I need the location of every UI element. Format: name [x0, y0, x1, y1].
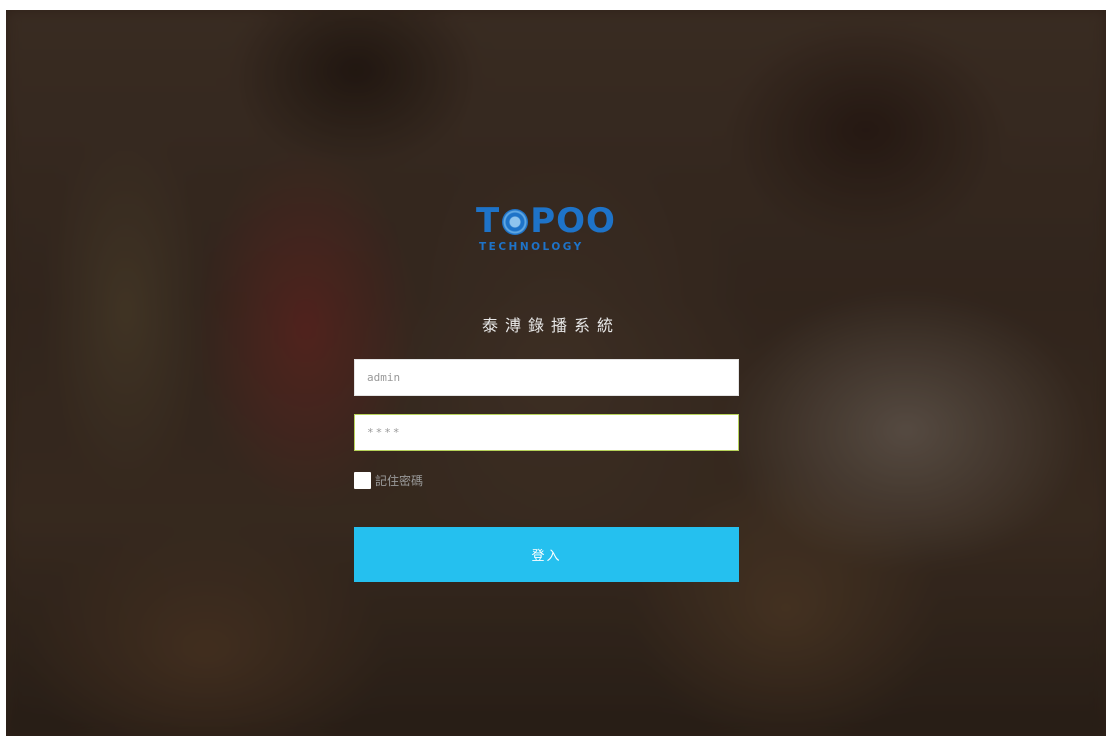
password-input[interactable]	[354, 414, 739, 451]
swirl-o-icon	[502, 209, 529, 235]
username-input[interactable]	[354, 359, 739, 396]
remember-password-label: 記住密碼	[375, 473, 424, 488]
remember-password-checkbox[interactable]: 記住密碼	[354, 471, 423, 489]
checkbox-box[interactable]	[354, 471, 371, 489]
login-page: T POO TECHNOLOGY 泰溥錄播系統 記住密碼 登入	[6, 10, 1106, 736]
logo-wordmark: T POO	[476, 203, 616, 239]
logo-subtitle: TECHNOLOGY	[479, 241, 584, 253]
system-title: 泰溥錄播系統	[481, 316, 620, 335]
logo-letters-rest: POO	[530, 201, 616, 241]
topoo-logo: T POO TECHNOLOGY	[476, 203, 626, 263]
login-button[interactable]: 登入	[354, 527, 739, 582]
logo-letter-t: T	[476, 201, 501, 241]
